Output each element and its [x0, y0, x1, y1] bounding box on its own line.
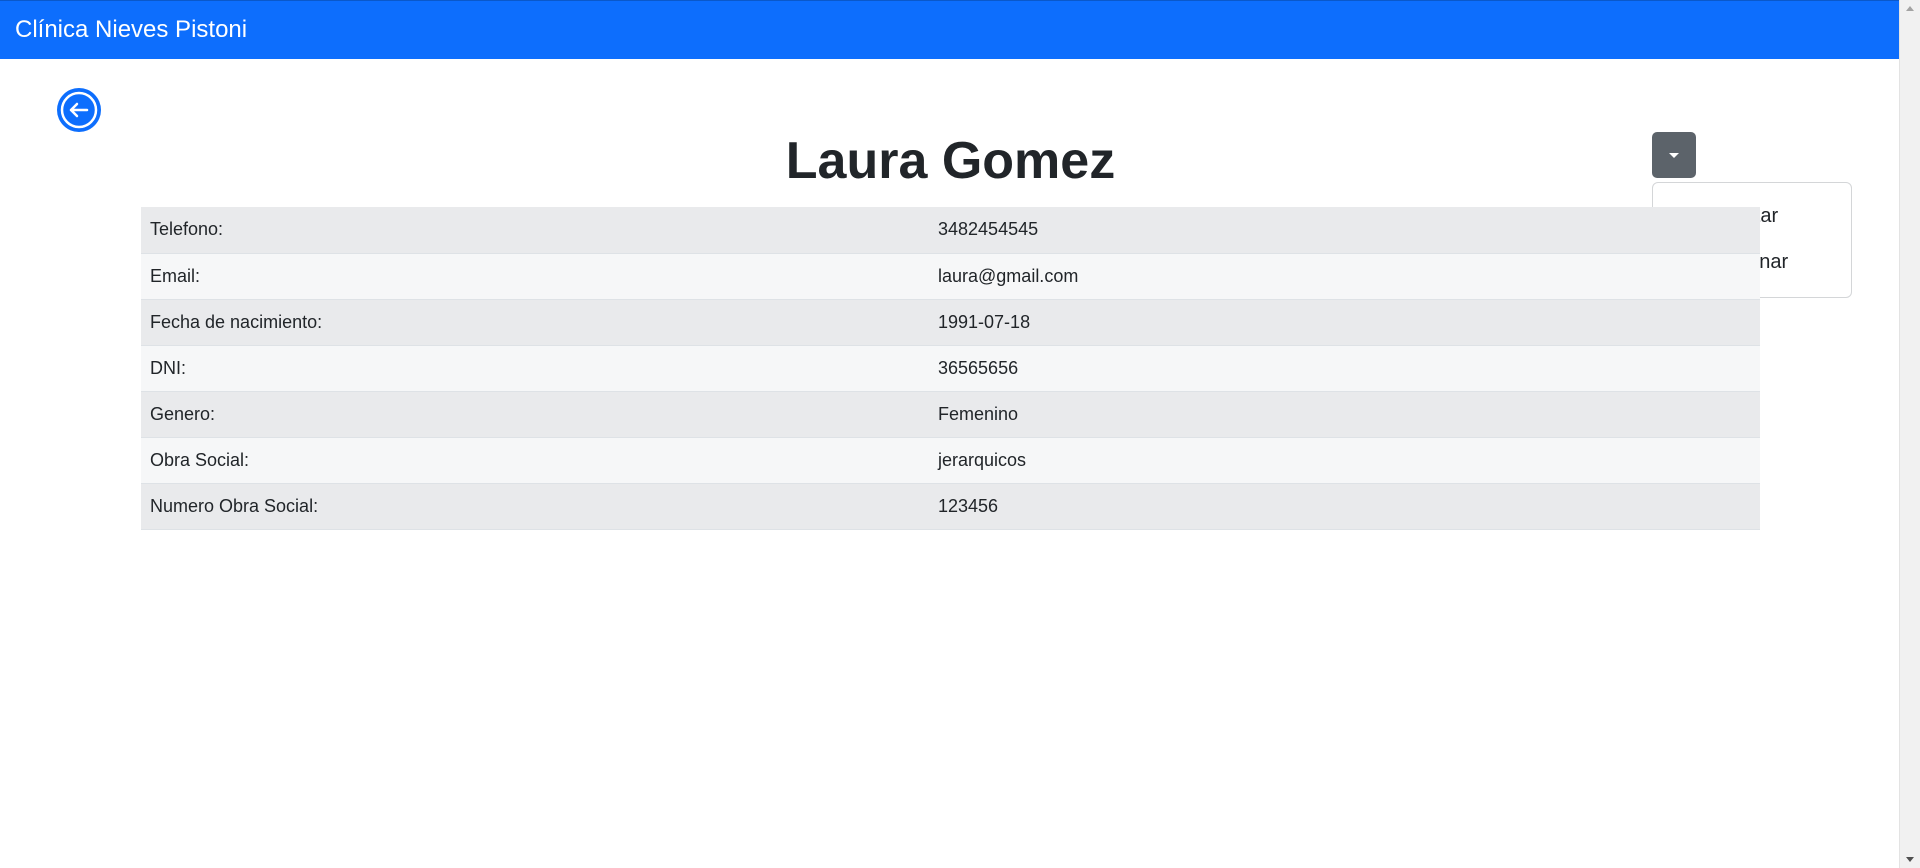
table-row: Telefono: 3482454545	[141, 207, 1760, 254]
table-row: DNI: 36565656	[141, 345, 1760, 392]
table-row: Fecha de nacimiento: 1991-07-18	[141, 299, 1760, 346]
scroll-down-icon[interactable]	[1906, 857, 1914, 862]
row-label: Genero:	[141, 391, 929, 438]
row-value: jerarquicos	[929, 437, 1760, 484]
row-label: Numero Obra Social:	[141, 483, 929, 530]
actions-dropdown-toggle[interactable]	[1652, 132, 1696, 178]
row-value: 3482454545	[929, 207, 1760, 254]
row-label: Obra Social:	[141, 437, 929, 484]
back-button[interactable]	[57, 88, 101, 132]
row-label: Telefono:	[141, 207, 929, 254]
table-row: Numero Obra Social: 123456	[141, 483, 1760, 530]
table-row: Obra Social: jerarquicos	[141, 437, 1760, 484]
page: Clínica Nieves Pistoni Laura Gomez Edita…	[0, 0, 1920, 868]
caret-down-icon	[1669, 153, 1679, 158]
row-label: Fecha de nacimiento:	[141, 299, 929, 346]
scroll-up-icon[interactable]	[1906, 6, 1914, 11]
patient-details-table: Telefono: 3482454545 Email: laura@gmail.…	[141, 207, 1760, 530]
navbar-brand[interactable]: Clínica Nieves Pistoni	[15, 15, 247, 45]
table-row: Genero: Femenino	[141, 391, 1760, 438]
arrow-left-circle-icon	[60, 91, 98, 129]
table-row: Email: laura@gmail.com	[141, 253, 1760, 300]
row-value: 36565656	[929, 345, 1760, 392]
navbar: Clínica Nieves Pistoni	[0, 0, 1899, 59]
row-label: DNI:	[141, 345, 929, 392]
row-value: 1991-07-18	[929, 299, 1760, 346]
patient-name-title: Laura Gomez	[785, 132, 1116, 190]
row-value: laura@gmail.com	[929, 253, 1760, 300]
vertical-scrollbar[interactable]	[1899, 0, 1920, 868]
row-value: 123456	[929, 483, 1760, 530]
row-value: Femenino	[929, 391, 1760, 438]
row-label: Email:	[141, 253, 929, 300]
